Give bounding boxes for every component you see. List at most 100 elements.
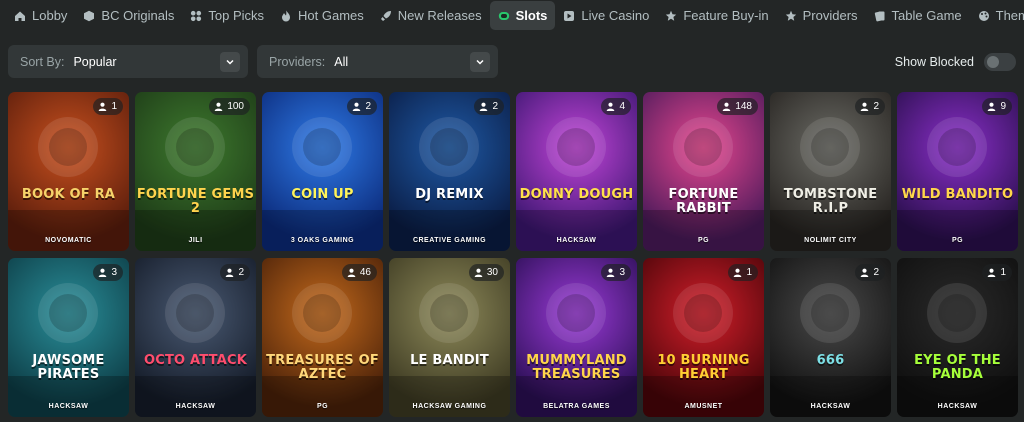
game-card[interactable]: 4 DONNY DOUGH HACKSAW <box>516 92 637 251</box>
nav-item-slots[interactable]: Slots <box>489 1 556 30</box>
nav-item-label: Hot Games <box>298 8 364 23</box>
game-art <box>516 92 637 251</box>
game-provider: HACKSAW <box>556 237 597 244</box>
game-provider: NOVOMATIC <box>45 237 92 244</box>
game-card[interactable]: 2 OCTO ATTACK HACKSAW <box>135 258 256 417</box>
user-icon <box>226 268 234 277</box>
nav-item-providers[interactable]: Providers <box>777 1 866 30</box>
game-title: WILD BANDITO <box>901 187 1014 202</box>
nav-item-live-casino[interactable]: Live Casino <box>555 1 657 30</box>
player-count: 100 <box>227 101 244 112</box>
game-card[interactable]: 30 LE BANDIT HACKSAW GAMING <box>389 258 510 417</box>
player-count-badge: 4 <box>601 98 631 115</box>
game-art <box>643 258 764 417</box>
player-count: 30 <box>486 267 498 278</box>
chevron-down-icon[interactable] <box>220 52 240 72</box>
player-count-badge: 9 <box>982 98 1012 115</box>
nav-item-lobby[interactable]: Lobby <box>6 1 75 30</box>
game-title: 10 BURNING HEART <box>657 353 750 382</box>
user-icon <box>607 102 615 111</box>
player-count-badge: 148 <box>717 98 758 115</box>
player-count-badge: 2 <box>855 98 885 115</box>
game-card[interactable]: 100 FORTUNE GEMS 2 JILI <box>135 92 256 251</box>
game-title: 666 <box>816 353 845 368</box>
game-card[interactable]: 1 BOOK OF RA NOVOMATIC <box>8 92 129 251</box>
player-count: 148 <box>735 101 752 112</box>
game-title: BOOK OF RA <box>21 187 116 202</box>
game-card[interactable]: 1 10 BURNING HEART AMUSNET <box>643 258 764 417</box>
user-icon <box>988 268 996 277</box>
player-count: 2 <box>873 101 879 112</box>
game-provider: NOLIMIT CITY <box>804 237 857 244</box>
game-provider: CREATIVE GAMING <box>412 237 487 244</box>
player-count-badge: 30 <box>468 264 504 281</box>
player-count: 3 <box>619 267 625 278</box>
game-title: MUMMYLAND TREASURES <box>526 353 627 382</box>
nav-item-themes[interactable]: Themes <box>970 1 1024 30</box>
nav-item-bc-originals[interactable]: BC Originals <box>75 1 182 30</box>
game-art <box>389 258 510 417</box>
nav-item-feature-buy-in[interactable]: Feature Buy-in <box>657 1 776 30</box>
star-icon <box>665 10 677 22</box>
game-art <box>8 92 129 251</box>
show-blocked-toggle[interactable] <box>984 52 1016 71</box>
game-title: FORTUNE GEMS 2 <box>136 187 255 216</box>
game-art <box>262 92 383 251</box>
nav-item-table-game[interactable]: Table Game <box>866 1 970 30</box>
game-card[interactable]: 1 EYE OF THE PANDA HACKSAW <box>897 258 1018 417</box>
game-card[interactable]: 2 666 HACKSAW <box>770 258 891 417</box>
user-icon <box>861 268 869 277</box>
game-art <box>135 92 256 251</box>
game-title: TREASURES OF AZTEC <box>266 353 379 382</box>
nav-item-label: Slots <box>515 8 548 23</box>
dice-icon <box>83 10 95 22</box>
nav-item-label: Live Casino <box>581 8 650 23</box>
user-icon <box>353 102 361 111</box>
game-card[interactable]: 9 WILD BANDITO PG <box>897 92 1018 251</box>
home-icon <box>14 10 26 22</box>
game-art <box>8 258 129 417</box>
game-card[interactable]: 3 MUMMYLAND TREASURES BELATRA GAMES <box>516 258 637 417</box>
game-card[interactable]: 148 FORTUNE RABBIT PG <box>643 92 764 251</box>
sort-dropdown[interactable]: Sort By: Popular <box>8 45 248 78</box>
game-art <box>897 258 1018 417</box>
user-icon <box>215 102 223 111</box>
providers-label: Providers: <box>269 54 326 69</box>
game-provider: PG <box>951 237 964 244</box>
game-provider: HACKSAW <box>175 403 216 410</box>
chevron-down-icon[interactable] <box>470 52 490 72</box>
game-card[interactable]: 46 TREASURES OF AZTEC PG <box>262 258 383 417</box>
slot-icon <box>498 10 510 22</box>
user-icon <box>480 102 488 111</box>
game-art <box>516 258 637 417</box>
providers-dropdown[interactable]: Providers: All <box>257 45 498 78</box>
flame-icon <box>280 10 292 22</box>
live-icon <box>563 10 575 22</box>
game-title: EYE OF THE PANDA <box>914 353 1001 382</box>
game-card[interactable]: 2 TOMBSTONE R.I.P NOLIMIT CITY <box>770 92 891 251</box>
game-provider: PG <box>316 403 329 410</box>
game-title: LE BANDIT <box>410 353 489 368</box>
game-title: TOMBSTONE R.I.P <box>783 187 878 216</box>
nav-item-hot-games[interactable]: Hot Games <box>272 1 372 30</box>
game-card[interactable]: 2 COIN UP 3 OAKS GAMING <box>262 92 383 251</box>
game-card[interactable]: 2 DJ REMIX CREATIVE GAMING <box>389 92 510 251</box>
game-card[interactable]: 3 JAWSOME PIRATES HACKSAW <box>8 258 129 417</box>
game-provider: HACKSAW <box>810 403 851 410</box>
user-icon <box>723 102 731 111</box>
game-provider: BELATRA GAMES <box>543 403 610 410</box>
nav-item-new-releases[interactable]: New Releases <box>372 1 490 30</box>
player-count-badge: 2 <box>474 98 504 115</box>
game-art <box>897 92 1018 251</box>
game-art <box>770 92 891 251</box>
game-title: COIN UP <box>291 187 354 202</box>
game-title: FORTUNE RABBIT <box>668 187 739 216</box>
player-count-badge: 100 <box>209 98 250 115</box>
game-provider: JILI <box>188 237 203 244</box>
player-count: 1 <box>1000 267 1006 278</box>
player-count: 2 <box>238 267 244 278</box>
game-provider: PG <box>697 237 710 244</box>
player-count-badge: 46 <box>341 264 377 281</box>
nav-item-top-picks[interactable]: Top Picks <box>182 1 272 30</box>
game-art <box>643 92 764 251</box>
